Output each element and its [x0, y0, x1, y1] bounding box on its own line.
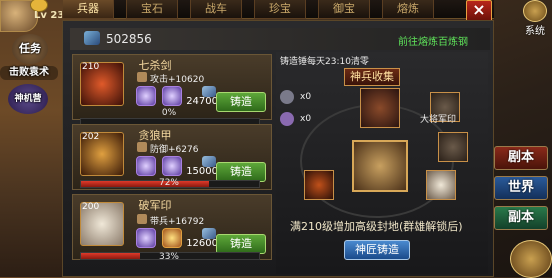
armor-slot-icon[interactable] [304, 170, 334, 200]
tab-weapon[interactable]: 兵器 [62, 0, 114, 19]
tab-chariot[interactable]: 战车 [190, 0, 242, 19]
item-cost: 12600 [186, 238, 218, 249]
ore-icon [84, 31, 100, 45]
task-button[interactable]: 任务 [12, 34, 48, 64]
master-craft-button[interactable]: 神匠铸造 [344, 240, 410, 260]
player-level: Lv 23 [34, 10, 65, 21]
hammer-count: x0 [300, 92, 312, 102]
goto-smelt-link[interactable]: 前往熔炼百炼钢 [398, 33, 468, 48]
shenji-button[interactable]: 神机营 [8, 84, 48, 114]
helmet-slot-icon[interactable] [438, 132, 468, 162]
gem-slot-icon[interactable] [136, 156, 156, 176]
forge-button[interactable]: 铸造 [216, 234, 266, 254]
progress-label: 72% [158, 178, 179, 188]
collection-bonus: 满210级增加高级封地(群雄解锁后) [290, 220, 463, 233]
pickaxe-icon [280, 112, 294, 126]
gear-icon [523, 0, 547, 22]
item-cost: 15000 [186, 166, 218, 177]
collection-title: 神兵收集 [344, 68, 400, 86]
tab-bar: 兵器 宝石 战车 珍宝 御宝 熔炼 [62, 0, 494, 19]
item-cost: 24700 [186, 96, 218, 107]
item-level: 210 [82, 62, 100, 72]
progress-label: 33% [158, 252, 179, 262]
resource-count: 502856 [106, 32, 152, 46]
system-label: 系统 [525, 26, 545, 37]
collected-weapon-icon[interactable] [360, 88, 400, 128]
gem-slot-icon[interactable] [136, 228, 156, 248]
pickaxe-count: x0 [300, 114, 312, 124]
hammer-icon [280, 90, 294, 104]
item-level: 200 [82, 202, 100, 212]
progress-label: 0% [161, 108, 177, 118]
attack-icon [137, 72, 147, 82]
quest-text[interactable]: 击败袁术 [0, 66, 58, 80]
defense-icon [137, 142, 147, 152]
seal-slot-icon[interactable] [426, 170, 456, 200]
troops-icon [137, 214, 147, 224]
tab-royal-treasure[interactable]: 御宝 [318, 0, 370, 19]
hammer-reset-info: 铸造锤每天23:10清零 [280, 57, 369, 67]
item-stat: 攻击+10620 [150, 75, 205, 85]
tab-gem[interactable]: 宝石 [126, 0, 178, 19]
tab-smelt[interactable]: 熔炼 [382, 0, 434, 19]
central-seal-icon[interactable] [352, 140, 408, 192]
gem-slot-icon[interactable] [136, 86, 156, 106]
world-button[interactable]: 世界 [494, 176, 548, 200]
close-round-icon[interactable] [510, 240, 552, 278]
item-stat: 带兵+16792 [150, 217, 205, 227]
item-stat: 防御+6276 [150, 145, 199, 155]
close-button[interactable]: × [466, 0, 492, 22]
tab-treasure[interactable]: 珍宝 [254, 0, 306, 19]
item-level: 202 [82, 132, 100, 142]
system-button[interactable]: 系统 [518, 0, 552, 37]
seal-slot-label: 大将军印 [420, 115, 457, 125]
script-button[interactable]: 剧本 [494, 146, 548, 170]
dungeon-button[interactable]: 副本 [494, 206, 548, 230]
